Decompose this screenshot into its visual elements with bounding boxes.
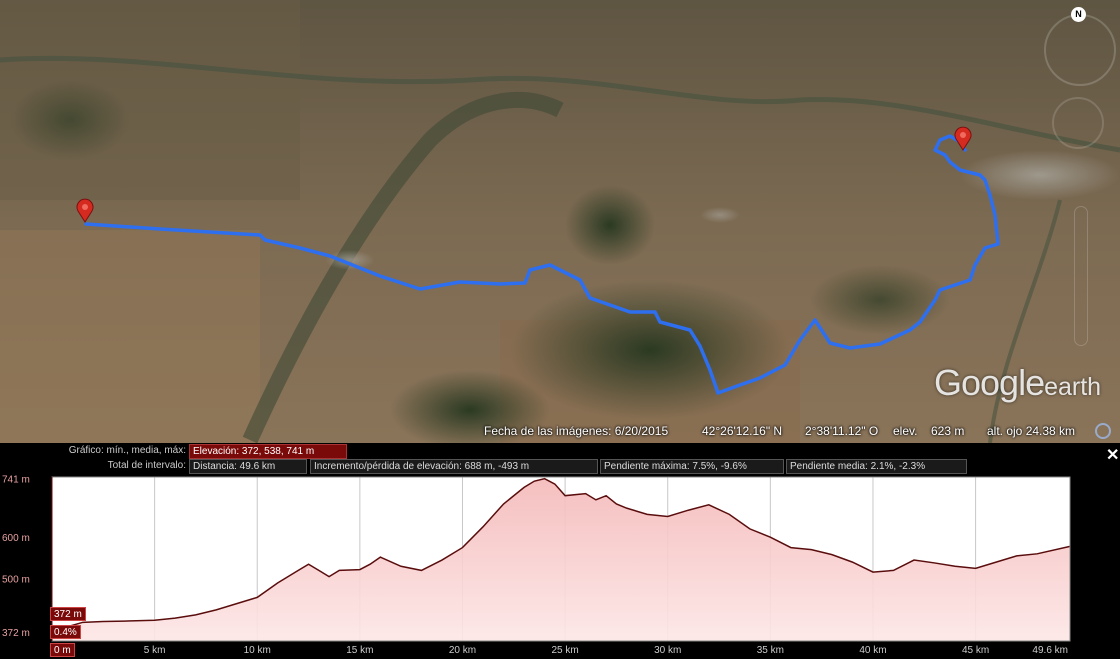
- imagery-date: Fecha de las imágenes: 6/20/2015: [484, 424, 669, 438]
- latitude-readout: 42°26'12.16" N: [702, 424, 783, 438]
- graph-label: Gráfico: mín., media, máx:: [68, 445, 186, 456]
- close-icon[interactable]: ✕: [1106, 445, 1119, 465]
- elevation-label: elev.: [893, 424, 918, 438]
- longitude-readout: 2°38'11.12" O: [805, 424, 879, 438]
- x-tick-label: 40 km: [859, 645, 886, 656]
- look-joystick[interactable]: [1052, 97, 1104, 149]
- elevation-readout: 623 m: [931, 424, 965, 438]
- cursor-distance-label: 0 m: [50, 643, 75, 657]
- navigation-compass-ring[interactable]: [1044, 14, 1116, 86]
- average-slope-box[interactable]: Pendiente media: 2.1%, -2.3%: [786, 459, 967, 474]
- x-tick-label: 35 km: [757, 645, 784, 656]
- elevation-profile-panel: 5 km 10 km 15 km 20 km 25 km 30 km 35 km 40 km 4…: [0, 443, 1120, 659]
- y-tick-label: 372 m: [2, 628, 30, 639]
- x-tick-label: 30 km: [654, 645, 681, 656]
- x-tick-label: 10 km: [244, 645, 271, 656]
- status-bar: Fecha de las imágenes: 6/20/2015 42°26'1…: [0, 420, 1120, 442]
- north-indicator[interactable]: N: [1071, 7, 1086, 22]
- y-tick-label: 741 m: [2, 475, 30, 486]
- x-tick-label: 20 km: [449, 645, 476, 656]
- x-tick-label: 5 km: [144, 645, 166, 656]
- zoom-slider[interactable]: [1074, 206, 1088, 346]
- x-tick-label: 25 km: [551, 645, 578, 656]
- x-tick-label: 45 km: [962, 645, 989, 656]
- elevation-gain-box[interactable]: Incremento/pérdida de elevación: 688 m, …: [310, 459, 598, 474]
- x-end-label: 49.6 km: [1032, 645, 1068, 656]
- elevation-chart[interactable]: 5 km 10 km 15 km 20 km 25 km 30 km 35 km 40 km 4…: [0, 443, 1120, 659]
- x-tick-label: 15 km: [346, 645, 373, 656]
- y-tick-label: 600 m: [2, 533, 30, 544]
- streaming-indicator-icon: [1095, 423, 1111, 439]
- cursor-elevation-label: 372 m: [50, 607, 86, 621]
- elevation-stats-box[interactable]: Elevación: 372, 538, 741 m: [189, 444, 347, 459]
- cursor-slope-label: 0.4%: [50, 625, 81, 639]
- y-tick-label: 500 m: [2, 575, 30, 586]
- interval-label: Total de intervalo:: [107, 460, 186, 471]
- eye-altitude-readout: alt. ojo 24.38 km: [987, 424, 1076, 438]
- distance-box[interactable]: Distancia: 49.6 km: [189, 459, 307, 474]
- max-slope-box[interactable]: Pendiente máxima: 7.5%, -9.6%: [600, 459, 784, 474]
- map-viewport[interactable]: N Googleearth Fecha de las imágenes: 6/2…: [0, 0, 1120, 443]
- google-earth-logo: Googleearth: [934, 362, 1102, 403]
